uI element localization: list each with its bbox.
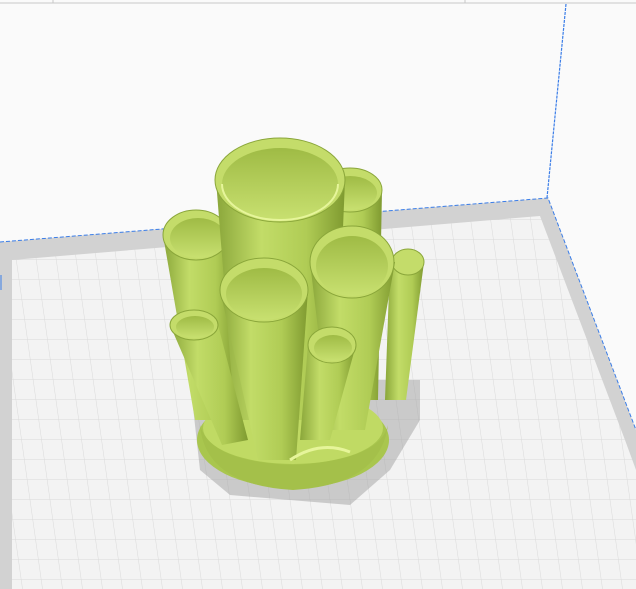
scene [0, 0, 636, 589]
build-volume-edge [546, 3, 567, 199]
3d-viewport[interactable] [0, 0, 636, 589]
3d-model[interactable] [162, 137, 425, 490]
